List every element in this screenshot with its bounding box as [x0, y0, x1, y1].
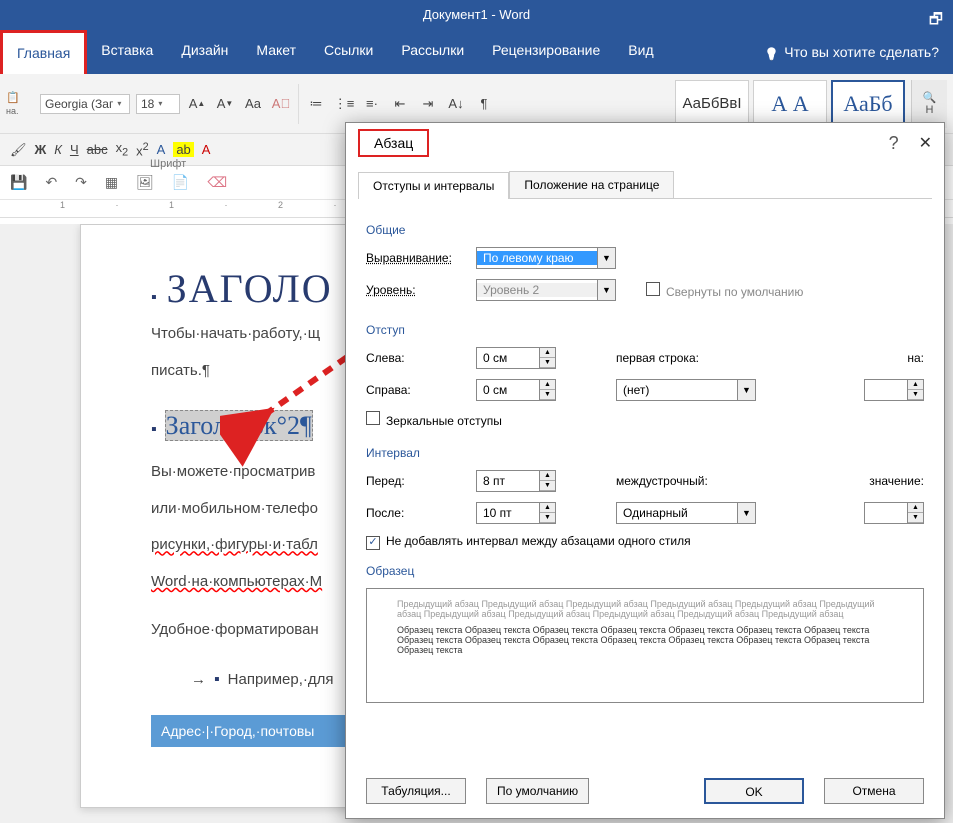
dialog-title: Абзац [358, 129, 429, 157]
by-label: на: [907, 351, 924, 365]
firstline-label: первая строка: [616, 351, 699, 365]
window-titlebar: Документ1 - Word 🗗 [0, 0, 953, 30]
paste-icon[interactable]: 📋 [6, 91, 34, 104]
clipboard-label: на. [6, 106, 34, 116]
strike-button[interactable]: abc [87, 142, 108, 157]
tab-design[interactable]: Дизайн [167, 30, 242, 74]
ok-button[interactable]: OK [704, 778, 804, 804]
multilevel-icon[interactable]: ≡· [361, 93, 383, 115]
tell-me[interactable]: Что вы хотите сделать? [750, 30, 953, 74]
indent-left-label: Слева: [366, 351, 466, 365]
alignment-combo[interactable]: По левому краю▼ [476, 247, 616, 269]
save-icon[interactable]: 💾 [10, 174, 27, 191]
firstline-combo[interactable]: (нет)▼ [616, 379, 756, 401]
outdent-icon[interactable]: ⇤ [389, 93, 411, 115]
redo-icon[interactable]: ↷ [75, 174, 87, 191]
eraser-icon[interactable]: ⌫ [207, 174, 227, 191]
alignment-label: Выравнивание: [366, 251, 466, 265]
p4: Например,·для [228, 671, 334, 688]
bold-button[interactable]: Ж [35, 142, 47, 157]
preview-box: Предыдущий абзац Предыдущий абзац Предыд… [366, 588, 924, 703]
text-effects-icon[interactable]: A [157, 142, 166, 157]
change-case-icon[interactable]: Aa [242, 93, 264, 115]
indent-left-spin[interactable]: 0 см▲▼ [476, 347, 556, 369]
tab-insert[interactable]: Вставка [87, 30, 167, 74]
collapse-checkbox: Свернуты по умолчанию [646, 282, 803, 299]
highlight-icon[interactable]: ab [173, 142, 193, 157]
value-label: значение: [869, 474, 924, 488]
tab-layout[interactable]: Макет [242, 30, 310, 74]
indent-icon[interactable]: ⇥ [417, 93, 439, 115]
tab-review[interactable]: Рецензирование [478, 30, 614, 74]
subscript-button[interactable]: x2 [116, 140, 129, 159]
dialog-tab-indents[interactable]: Отступы и интервалы [358, 172, 509, 199]
font-size-combo[interactable]: 18▾ [136, 94, 180, 114]
clear-format-icon[interactable]: A⃠ [270, 93, 292, 115]
picture-icon[interactable]: 🖼 [136, 174, 154, 191]
before-label: Перед: [366, 474, 466, 488]
ribbon-tabs: Главная Вставка Дизайн Макет Ссылки Расс… [0, 30, 953, 74]
style-heading1[interactable]: А А [753, 80, 827, 128]
show-marks-icon[interactable]: ¶ [473, 93, 495, 115]
style-heading2[interactable]: АаБб [831, 80, 905, 128]
tab-view[interactable]: Вид [614, 30, 667, 74]
section-indent: Отступ [366, 323, 924, 337]
section-general: Общие [366, 223, 924, 237]
tabs-button[interactable]: Табуляция... [366, 778, 466, 804]
indent-right-label: Справа: [366, 383, 466, 397]
window-title: Документ1 - Word [423, 7, 530, 22]
bulb-icon [764, 45, 778, 59]
before-spin[interactable]: 8 пт▲▼ [476, 470, 556, 492]
bullets-icon[interactable]: ≔ [305, 93, 327, 115]
nosame-checkbox[interactable]: ✓Не добавлять интервал между абзацами од… [366, 534, 691, 550]
after-spin[interactable]: 10 пт▲▼ [476, 502, 556, 524]
p2c: рисунки,·фигуры·и·табл [151, 536, 318, 553]
dialog-tab-pageflow[interactable]: Положение на странице [509, 171, 674, 198]
linespacing-label: междустрочный: [616, 474, 708, 488]
value-spin[interactable]: ▲▼ [864, 502, 924, 524]
indent-right-spin[interactable]: 0 см▲▼ [476, 379, 556, 401]
level-label: Уровень: [366, 283, 466, 297]
editing-group[interactable]: 🔍Н [911, 80, 947, 128]
grow-font-icon[interactable]: A▲ [186, 93, 208, 115]
tab-mail[interactable]: Рассылки [387, 30, 478, 74]
underline-button[interactable]: Ч [70, 142, 79, 157]
mirror-checkbox[interactable]: Зеркальные отступы [366, 411, 502, 428]
style-normal[interactable]: АаБбВвІ [675, 80, 749, 128]
undo-icon[interactable]: ↶ [45, 174, 57, 191]
linespacing-combo[interactable]: Одинарный▼ [616, 502, 756, 524]
sort-icon[interactable]: A↓ [445, 93, 467, 115]
dialog-help-icon[interactable]: ? [889, 133, 899, 154]
italic-button[interactable]: К [54, 142, 62, 157]
font-color-icon[interactable]: A [202, 142, 211, 157]
default-button[interactable]: По умолчанию [486, 778, 589, 804]
tab-home[interactable]: Главная [0, 30, 87, 74]
table-icon[interactable]: ▦ [105, 174, 118, 191]
tab-refs[interactable]: Ссылки [310, 30, 387, 74]
format-painter-icon[interactable]: 🖌 [10, 142, 27, 158]
tell-me-text: Что вы хотите сделать? [784, 44, 939, 60]
window-restore-icon[interactable]: 🗗 [929, 5, 943, 35]
dialog-close-icon[interactable]: ✕ [919, 133, 932, 153]
section-spacing: Интервал [366, 446, 924, 460]
p2d: Word·на·компьютерах·M [151, 573, 322, 590]
paragraph-dialog: Абзац ? ✕ Отступы и интервалы Положение … [345, 122, 945, 819]
cancel-button[interactable]: Отмена [824, 778, 924, 804]
level-combo: Уровень 2▼ [476, 279, 616, 301]
styles-gallery: АаБбВвІ А А АаБб [675, 80, 905, 128]
font-name-combo[interactable]: Georgia (Заг▾ [40, 94, 130, 114]
after-label: После: [366, 506, 466, 520]
ribbon-group-font-label: Шрифт [140, 156, 196, 172]
page-icon[interactable]: 📄 [172, 174, 189, 191]
section-preview: Образец [366, 564, 924, 578]
shrink-font-icon[interactable]: A▼ [214, 93, 236, 115]
heading2-selection[interactable]: Заголовок°2¶ [165, 410, 313, 441]
by-spin[interactable]: ▲▼ [864, 379, 924, 401]
numbered-icon[interactable]: ⋮≡ [333, 93, 355, 115]
